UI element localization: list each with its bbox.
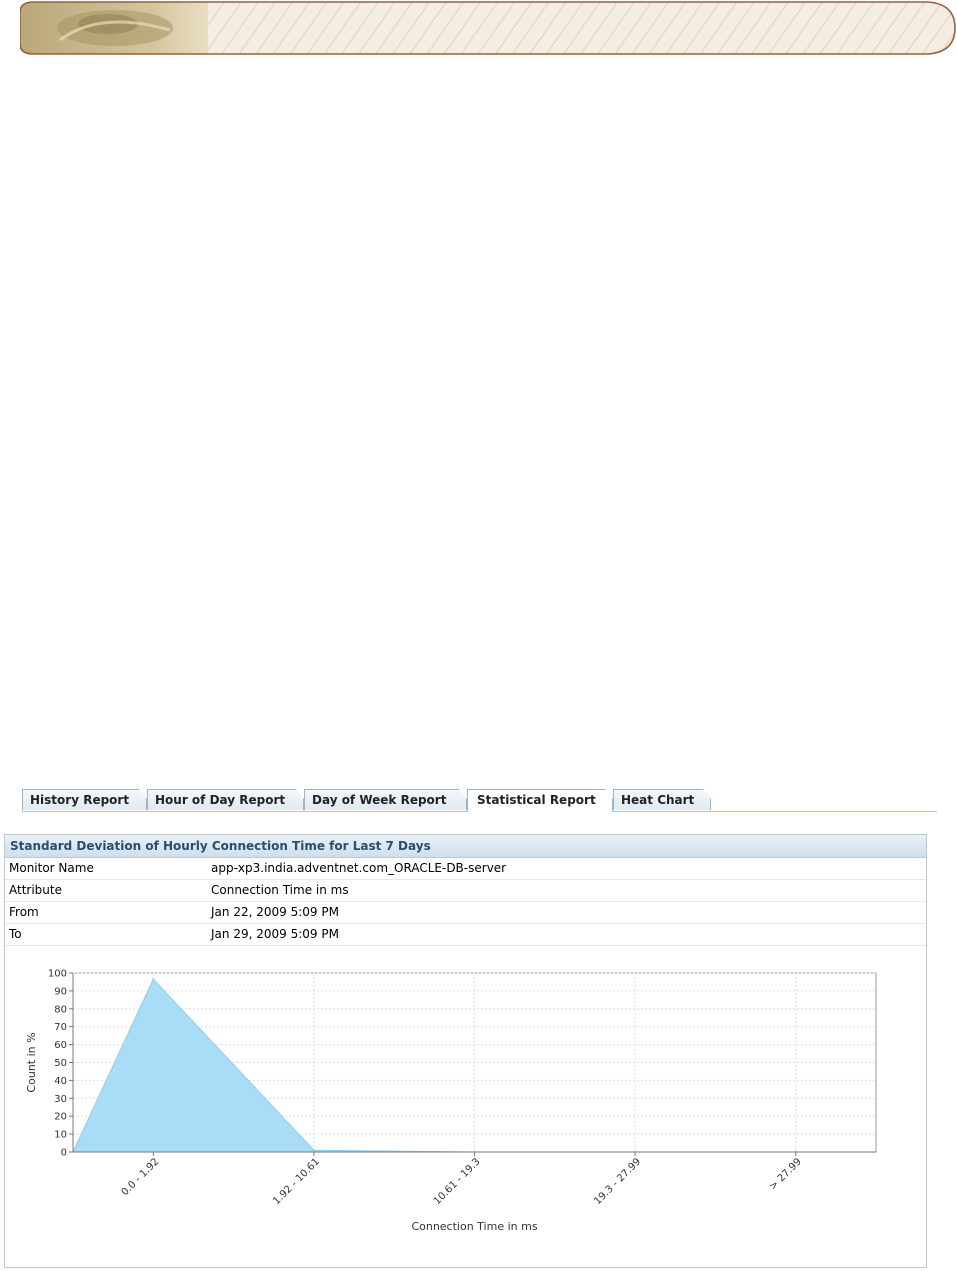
tab-label: Hour of Day Report: [155, 793, 286, 807]
y-tick-label: 80: [54, 1004, 67, 1015]
tab-corner: [139, 789, 147, 799]
attribute-label: Attribute: [9, 883, 62, 897]
data-point: [152, 978, 155, 981]
x-tick-label: 19.3 - 27.99: [592, 1156, 643, 1207]
y-tick-label: 20: [54, 1112, 67, 1123]
tab-statistical-report[interactable]: Statistical Report: [467, 789, 613, 812]
tab-history-report[interactable]: History Report: [22, 789, 147, 810]
tab-heat-chart[interactable]: Heat Chart: [613, 789, 711, 810]
tab-corner: [459, 789, 467, 799]
tab-corner: [703, 789, 711, 799]
y-tick-label: 70: [54, 1022, 67, 1033]
header-banner: [20, 0, 957, 56]
report-title: Standard Deviation of Hourly Connection …: [5, 835, 926, 858]
tab-corner: [296, 789, 304, 799]
x-tick-label: 10.61 - 19.3: [432, 1156, 483, 1207]
info-row-monitor-name: Monitor Name app-xp3.india.adventnet.com…: [5, 858, 926, 880]
tab-label: Heat Chart: [621, 793, 695, 807]
x-tick-label: 0.0 - 1.92: [120, 1156, 162, 1198]
y-tick-label: 90: [54, 986, 67, 997]
to-label: To: [9, 927, 22, 941]
y-tick-label: 10: [54, 1130, 67, 1141]
monitor-name-value: app-xp3.india.adventnet.com_ORACLE-DB-se…: [211, 861, 507, 875]
tab-corner: [605, 789, 613, 799]
info-row-from: From Jan 22, 2009 5:09 PM: [5, 902, 926, 924]
x-axis-title: Connection Time in ms: [411, 1220, 537, 1233]
connection-time-chart: 0 10 20 30 40 50 60 70 80 90 100 0.0 - 1.92 1.92 - 1…: [25, 969, 877, 1233]
tab-label: History Report: [30, 793, 130, 807]
y-tick-label: 100: [48, 969, 67, 980]
info-row-to: To Jan 29, 2009 5:09 PM: [5, 924, 926, 946]
attribute-value: Connection Time in ms: [211, 883, 349, 897]
data-point: [312, 1149, 315, 1152]
monitor-name-label: Monitor Name: [9, 861, 94, 875]
from-label: From: [9, 905, 39, 919]
to-value: Jan 29, 2009 5:09 PM: [211, 927, 339, 941]
report-panel: Standard Deviation of Hourly Connection …: [4, 834, 927, 1268]
y-tick-label: 0: [61, 1148, 67, 1159]
x-tick-label: > 27.99: [768, 1156, 804, 1192]
info-row-attribute: Attribute Connection Time in ms: [5, 880, 926, 902]
y-axis-title: Count in %: [25, 1032, 38, 1092]
tab-hour-of-day-report[interactable]: Hour of Day Report: [147, 789, 304, 810]
report-tab-strip: History Report Hour of Day Report Day of…: [22, 789, 937, 812]
from-value: Jan 22, 2009 5:09 PM: [211, 905, 339, 919]
chart-container: 0 10 20 30 40 50 60 70 80 90 100 0.0 - 1.92 1.92 - 1…: [5, 945, 926, 1265]
y-tick-label: 60: [54, 1040, 67, 1051]
banner-graphic: [20, 1, 956, 55]
tab-label: Day of Week Report: [312, 793, 447, 807]
y-tick-label: 30: [54, 1094, 67, 1105]
tab-label: Statistical Report: [477, 793, 596, 807]
y-tick-label: 50: [54, 1058, 67, 1069]
x-tick-label: 1.92 - 10.61: [271, 1156, 322, 1207]
y-tick-label: 40: [54, 1076, 67, 1087]
tab-day-of-week-report[interactable]: Day of Week Report: [304, 789, 467, 810]
